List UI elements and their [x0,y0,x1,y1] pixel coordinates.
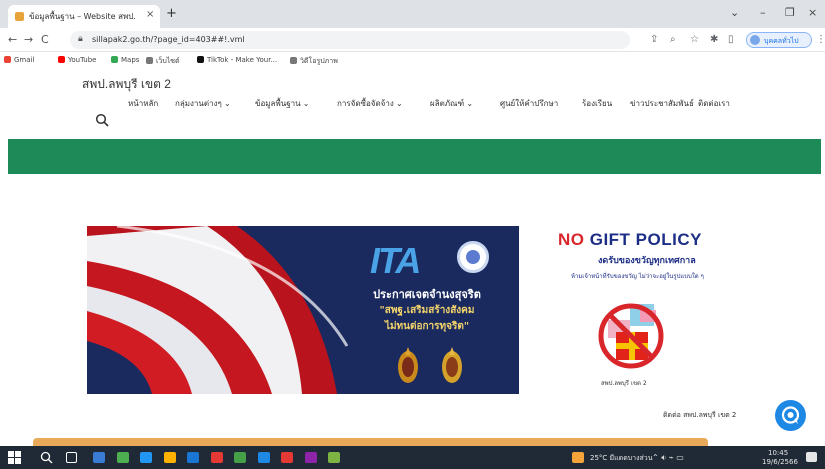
address-url[interactable]: sillapak2.go.th/?page_id=403##!.vml [92,35,245,44]
forward-button[interactable]: → [24,33,33,46]
reload-button[interactable]: C [41,33,49,46]
ita-logo: ITA [370,240,421,281]
no-gift-title-no: NO [558,230,585,249]
taskbar-app-icon[interactable] [116,452,129,463]
search-icon[interactable] [95,113,109,127]
maps-icon [111,56,118,63]
task-view-icon[interactable] [66,452,77,463]
nacc-seal-icon [457,241,489,273]
link-icon [146,57,153,64]
chat-button[interactable] [775,400,806,431]
contact-footer-text[interactable]: ติดต่อ สพป.ลพบุรี เขต 2 [663,410,736,421]
nav-complaints[interactable]: ร้องเรียน [582,97,612,110]
clock-date[interactable]: 19/6/2566 [762,458,798,466]
weather-icon[interactable] [572,452,584,463]
back-button[interactable]: ← [8,33,17,46]
windows-start-icon[interactable] [8,451,21,464]
taskbar-app-icon[interactable] [163,452,176,463]
profile-label: บุคคลทั่วไป [764,37,799,45]
bookmark-label: Gmail [14,56,35,64]
banner-slogan-1: "สพฐ.เสริมสร้างสังคม [379,305,475,316]
banner-heading: ประกาศเจตจำนงสุจริต [373,288,481,301]
office-emblem-icon [442,347,462,383]
share-icon[interactable]: ⇪ [650,34,658,45]
maximize-button[interactable]: ❐ [785,6,795,19]
sidepanel-icon[interactable]: ▯ [728,34,734,45]
profile-button[interactable]: บุคคลทั่วไป [746,32,812,48]
no-gift-subtitle: งดรับของขวัญทุกเทศกาล [598,256,696,266]
no-gift-icon [598,303,664,369]
obec-emblem-icon [398,347,418,383]
bookmark-star-icon[interactable]: ☆ [690,34,699,45]
no-gift-title: NO GIFT POLICY [558,230,702,250]
bookmark-label: เว็บไซต์ [156,57,180,65]
bookmark-tiktok[interactable]: TikTok - Make Your... [197,56,277,64]
bookmarks-bar: Gmail YouTube Maps เว็บไซต์ TikTok - Mak… [0,52,825,70]
site-favicon-icon [15,12,24,21]
nav-news[interactable]: ข่าวประชาสัมพันธ์ [630,97,694,110]
bookmark-video[interactable]: วิดีโอรูปภาพ [290,56,338,67]
browser-tab-bar: ข้อมูลพื้นฐาน – Website สพป. × + ⌄ – ❐ × [0,0,825,28]
nav-products[interactable]: ผลิตภัณฑ์ ⌄ [430,97,473,110]
gmail-icon [4,56,11,63]
no-gift-title-rest: GIFT POLICY [584,230,702,249]
link-icon [290,57,297,64]
nav-basic-info[interactable]: ข้อมูลพื้นฐาน ⌄ [255,97,310,110]
no-gift-note: ห้ามเจ้าหน้าที่รับของขวัญ ไม่ว่าจะอยู่ใน… [571,273,704,280]
minimize-button[interactable]: – [760,6,766,19]
taskbar-search-icon[interactable] [40,451,53,464]
extensions-icon[interactable]: ✱ [710,34,718,45]
address-bar[interactable]: 🔒︎ sillapak2.go.th/?page_id=403##!.vml [70,31,630,49]
chat-bubble-icon [781,406,800,424]
bookmark-label: YouTube [68,56,97,64]
clock-time[interactable]: 10:45 [768,449,788,457]
page-bottom-bar [33,438,708,446]
bookmark-website[interactable]: เว็บไซต์ [146,56,180,67]
browser-tab[interactable]: ข้อมูลพื้นฐาน – Website สพป. × [8,5,160,28]
avatar [750,35,760,45]
youtube-icon [58,56,65,63]
bookmark-label: TikTok - Make Your... [207,56,278,64]
nav-procurement[interactable]: การจัดซื้อจัดจ้าง ⌄ [337,97,403,110]
bookmark-label: วิดีโอรูปภาพ [300,57,338,65]
notification-icon[interactable] [806,452,817,462]
green-header-band [8,139,821,174]
tab-search-icon[interactable]: ⌄ [730,6,739,19]
taskbar-app-icon[interactable] [234,452,246,463]
new-tab-button[interactable]: + [166,7,177,20]
nav-departments[interactable]: กลุ่มงานต่างๆ ⌄ [175,97,231,110]
browser-toolbar: ← → C 🔒︎ sillapak2.go.th/?page_id=403##!… [0,28,825,52]
bookmark-maps[interactable]: Maps [111,56,139,64]
windows-taskbar: 25°C มีแดดบางส่วน ⌃ 🔉︎ ⌁ ▭ 10:45 19/6/25… [0,446,825,469]
taskbar-app-icon[interactable] [187,452,199,463]
close-window-button[interactable]: × [808,6,817,19]
nav-consult-center[interactable]: ศูนย์ให้คำปรึกษา [500,97,558,110]
taskbar-app-icon[interactable] [93,452,105,463]
tab-close-icon[interactable]: × [146,9,154,20]
zoom-icon[interactable]: ⌕ [670,34,676,45]
bookmark-youtube[interactable]: YouTube [58,56,96,64]
lock-icon: 🔒︎ [78,34,83,44]
taskbar-app-icon[interactable] [210,452,223,463]
tab-title: ข้อมูลพื้นฐาน – Website สพป. [29,12,136,21]
tray-icons[interactable]: ⌃ 🔉︎ ⌁ ▭ [652,453,684,463]
taskbar-app-icon[interactable] [328,452,340,463]
taskbar-app-icon[interactable] [257,452,270,463]
nav-home[interactable]: หน้าหลัก [128,97,158,110]
weather-text[interactable]: 25°C มีแดดบางส่วน [590,453,653,464]
site-title[interactable]: สพป.ลพบุรี เขต 2 [82,75,171,94]
no-gift-caption: สพป.ลพบุรี เขต 2 [601,380,647,387]
menu-dots-icon[interactable]: ⋮ [816,34,825,45]
bookmark-gmail[interactable]: Gmail [4,56,34,64]
taskbar-app-icon[interactable] [281,452,293,463]
banner-slogan-2: ไม่ทนต่อการทุจริต" [384,321,470,332]
taskbar-app-icon[interactable] [304,452,317,463]
tiktok-icon [197,56,204,63]
nav-contact[interactable]: ติดต่อเรา [698,97,730,110]
taskbar-app-icon[interactable] [140,452,152,463]
bookmark-label: Maps [121,56,140,64]
